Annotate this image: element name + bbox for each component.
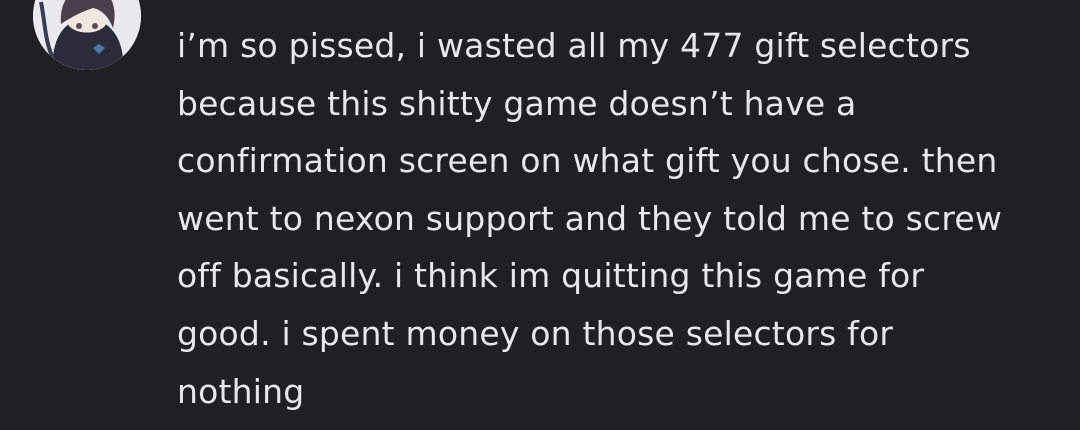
message-line: went to nexon support and they told me t… [177, 198, 1003, 238]
message-line: i’m so pissed, i wasted all my 477 gift … [177, 26, 971, 65]
message-content: i’m so pissed, i wasted all my 477 gift … [177, 17, 1057, 420]
message-line: confirmation screen on what gift you cho… [177, 141, 998, 181]
message-line: because this shitty game doesn’t have a [177, 83, 857, 123]
message-line: good. i spent money on those selectors f… [177, 313, 894, 353]
avatar-image [33, 0, 141, 70]
message-line: off basically. i think im quitting this … [177, 256, 925, 296]
message-header [300, 0, 500, 4]
avatar[interactable] [33, 0, 141, 70]
message-line: nothing [177, 371, 305, 411]
chat-message: i’m so pissed, i wasted all my 477 gift … [0, 0, 1080, 430]
